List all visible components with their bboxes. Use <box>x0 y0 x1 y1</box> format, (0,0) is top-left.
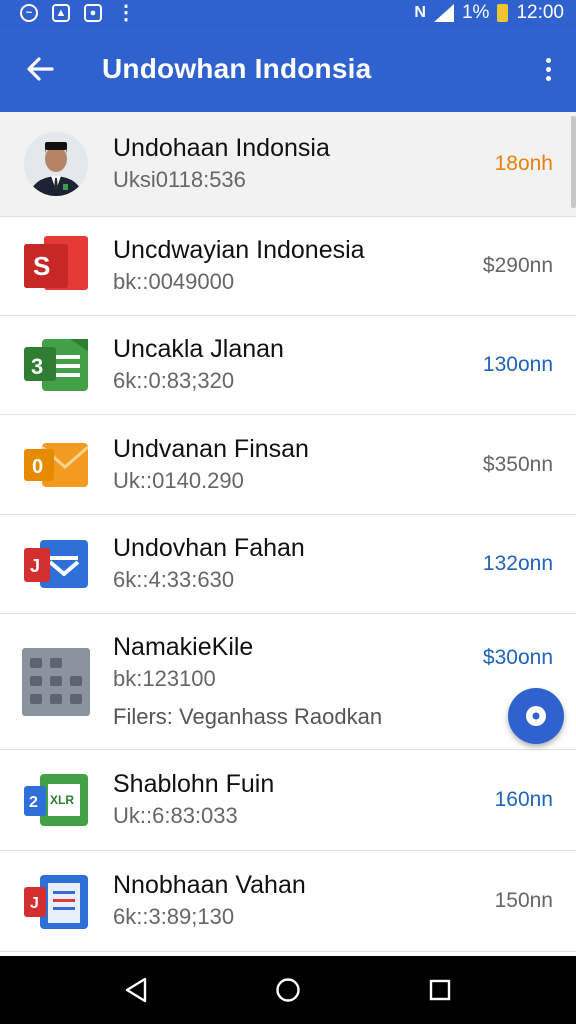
svg-text:0: 0 <box>32 456 43 478</box>
recents-square-icon <box>429 979 451 1001</box>
more-vertical-icon <box>545 56 551 83</box>
slides-app-icon: S <box>24 236 88 290</box>
item-title: Undvanan Finsan <box>113 434 309 463</box>
item-amount: 150nn <box>494 889 553 912</box>
list-item[interactable]: Undohaan Indonsia Uksi0118:536 18onh <box>0 112 576 217</box>
clipboard-app-icon: J <box>24 875 88 929</box>
arrow-left-icon <box>27 57 54 81</box>
item-subtitle: 6k::0:83;320 <box>113 368 235 393</box>
page-title: Undowhan Indonsia <box>102 53 372 84</box>
item-amount: 160nn <box>494 788 553 811</box>
status-bar: ~ ▲ ● ⋮ N 1% 12:00 <box>0 0 576 26</box>
item-title: NamakieKile <box>113 632 254 661</box>
svg-text:3: 3 <box>31 354 43 379</box>
back-button[interactable] <box>0 26 80 112</box>
item-subtitle: bk::0049000 <box>113 269 235 294</box>
calculator-app-icon <box>22 647 90 716</box>
signal-icon <box>433 4 454 22</box>
item-subtitle: Uk::0140.290 <box>113 467 244 493</box>
item-title: Nnobhaan Vahan <box>113 871 306 899</box>
list-item[interactable]: NamakieKile bk:123100 Filers: Veganhass … <box>0 614 576 750</box>
scrollbar[interactable] <box>571 116 576 208</box>
vibrate-icon: N <box>414 4 426 21</box>
app-bar: Undowhan Indonsia <box>0 26 576 112</box>
svg-text:J: J <box>30 556 40 576</box>
sheets-app-icon: 3 <box>24 339 88 391</box>
disc-icon <box>526 706 546 726</box>
document-list: Undohaan Indonsia Uksi0118:536 18onh S U… <box>0 112 576 956</box>
nav-recents-button[interactable] <box>420 970 460 1010</box>
spreadsheet-app-icon: XLR 2 <box>24 774 88 826</box>
item-amount: $290nn <box>482 254 553 277</box>
list-item[interactable]: J Undovhan Fahan 6k::4:33:630 132onn <box>0 515 576 614</box>
more-menu-button[interactable] <box>520 26 576 112</box>
messenger-icon: ~ <box>20 4 38 22</box>
item-title: Undovhan Fahan <box>113 534 305 562</box>
svg-text:XLR: XLR <box>50 793 74 807</box>
item-subtitle: Uksi0118:536 <box>113 167 246 192</box>
notification-icon: ● <box>84 4 102 22</box>
battery-icon <box>497 4 509 22</box>
item-amount: $350nn <box>482 452 553 476</box>
profile-avatar <box>24 132 88 196</box>
item-title: Shablohn Fuin <box>113 770 275 798</box>
item-subtitle: 6k::3:89;130 <box>113 904 235 929</box>
gallery-icon: ▲ <box>52 4 70 22</box>
svg-text:2: 2 <box>29 794 38 811</box>
list-item[interactable]: J Nnobhaan Vahan 6k::3:89;130 150nn <box>0 851 576 952</box>
list-item[interactable]: S Uncdwayian Indonesia bk::0049000 $290n… <box>0 217 576 316</box>
item-extra: Filers: Veganhass Raodkan <box>113 703 383 729</box>
nav-back-button[interactable] <box>116 970 156 1010</box>
system-nav-bar <box>0 956 576 1024</box>
item-amount: $30onn <box>482 646 553 669</box>
item-title: Undohaan Indonsia <box>113 134 330 162</box>
svg-text:J: J <box>30 895 39 912</box>
inbox-app-icon: J <box>24 540 88 588</box>
item-subtitle: Uk::6:83:033 <box>113 803 238 828</box>
nav-home-button[interactable] <box>268 970 308 1010</box>
item-subtitle: bk:123100 <box>113 665 216 691</box>
svg-text:S: S <box>33 251 50 281</box>
mail-app-icon: 0 <box>24 442 89 487</box>
list-item[interactable]: 0 Undvanan Finsan Uk::0140.290 $350nn <box>0 415 576 515</box>
list-item[interactable]: 3 Uncakla Jlanan 6k::0:83;320 130onn <box>0 316 576 415</box>
item-subtitle: 6k::4:33:630 <box>113 567 235 592</box>
item-amount: 130onn <box>482 353 553 376</box>
item-amount: 18onh <box>494 152 553 175</box>
floating-action-button[interactable] <box>508 688 564 744</box>
status-time: 12:00 <box>516 2 564 23</box>
item-title: Uncdwayian Indonesia <box>113 236 365 264</box>
item-amount: 132onn <box>482 552 553 575</box>
back-triangle-icon <box>125 977 147 1003</box>
battery-percent: 1% <box>461 2 490 23</box>
more-dots-icon: ⋮ <box>116 2 136 24</box>
item-title: Uncakla Jlanan <box>113 335 284 363</box>
list-item[interactable]: XLR 2 Shablohn Fuin Uk::6:83:033 160nn <box>0 750 576 851</box>
home-circle-icon <box>276 978 300 1002</box>
